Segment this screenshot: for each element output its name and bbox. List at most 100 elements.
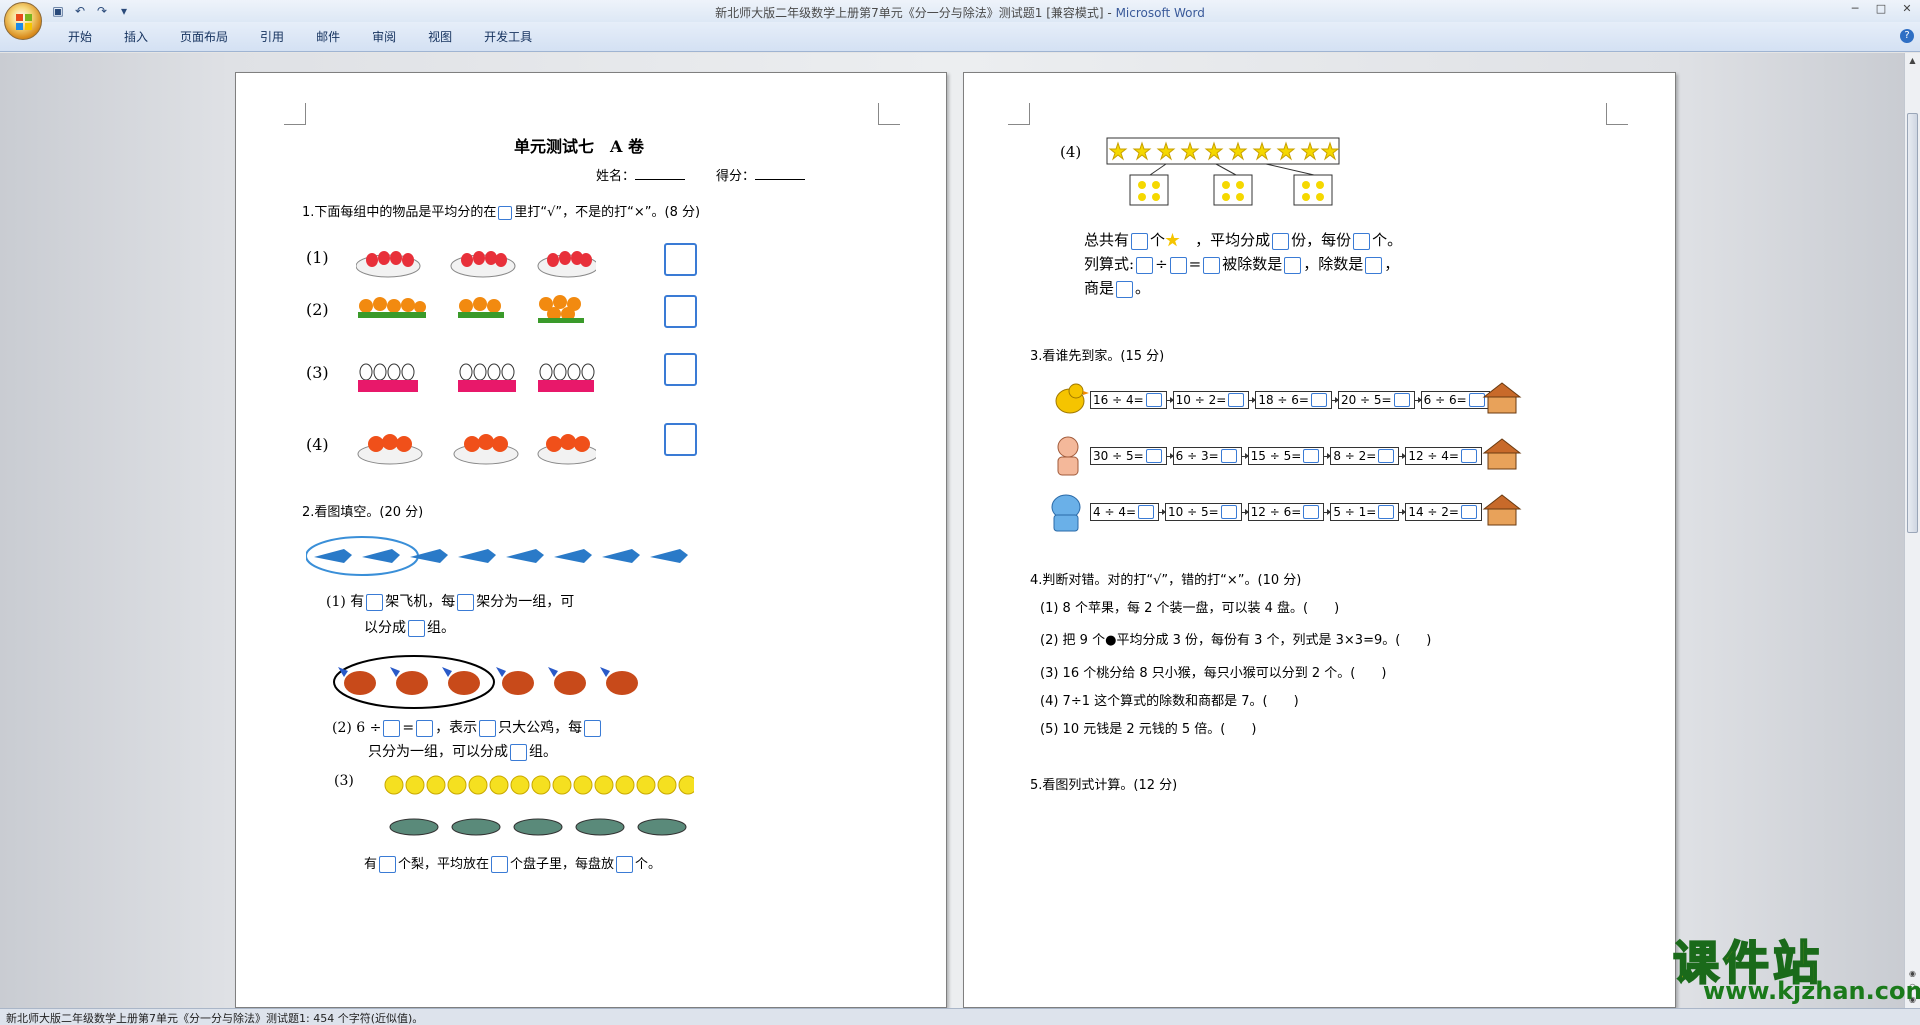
q4-item-5: (5) 10 元钱是 2 元钱的 5 倍。( ) <box>1040 722 1257 737</box>
race-cell: 12 ÷ 4= <box>1405 447 1482 465</box>
maximize-icon[interactable]: □ <box>1874 2 1888 16</box>
answer-box[interactable] <box>1145 393 1162 407</box>
answer-box[interactable] <box>1138 505 1155 519</box>
scrollbar-thumb[interactable] <box>1907 113 1918 533</box>
roosters-illustration <box>333 655 638 709</box>
race-cell: 20 ÷ 5= <box>1337 391 1415 409</box>
race-cell: 5 ÷ 1= <box>1330 503 1400 521</box>
answer-box[interactable] <box>1136 256 1154 274</box>
q2-2-line1: (2) 6 ÷ = ，表示 只大公鸡，每 <box>332 717 603 737</box>
tab-developer[interactable]: 开发工具 <box>468 29 548 45</box>
window-controls: ─ □ ✕ <box>1848 2 1914 16</box>
tab-view[interactable]: 视图 <box>412 29 468 45</box>
answer-box[interactable] <box>1461 505 1477 519</box>
window-title: 新北师大版二年级数学上册第7单元《分一分与除法》测试题1 [兼容模式] - Mi… <box>0 4 1920 21</box>
race-cell: 14 ÷ 2= <box>1405 503 1482 521</box>
stars-illustration <box>1106 137 1340 206</box>
score-field[interactable]: 得分： <box>716 165 806 184</box>
answer-box[interactable] <box>1284 256 1302 274</box>
answer-box[interactable] <box>498 205 513 220</box>
help-icon[interactable]: ? <box>1900 29 1914 43</box>
document-page-1: 单元测试七 A 卷 姓名： 得分： 1.下面每组中的物品是平均分的在 里打“√”，… <box>235 72 947 1008</box>
office-button[interactable] <box>4 2 42 40</box>
house-icon <box>1482 438 1522 470</box>
flower-icon <box>358 295 584 323</box>
close-icon[interactable]: ✕ <box>1900 2 1914 16</box>
answer-box[interactable] <box>1393 393 1410 407</box>
answer-box[interactable] <box>1378 449 1395 463</box>
q1-answer-box-1[interactable] <box>664 243 697 276</box>
black-dot-icon: ● <box>1105 633 1117 648</box>
answer-box[interactable] <box>1220 505 1237 519</box>
answer-box[interactable] <box>366 593 384 611</box>
tab-mailings[interactable]: 邮件 <box>300 29 356 45</box>
question-3: 3.看谁先到家。(15 分) <box>1030 349 1165 364</box>
word-count-status: 新北师大版二年级数学上册第7单元《分一分与除法》测试题1: 454 个字符(近似… <box>6 1012 424 1025</box>
tab-page-layout[interactable]: 页面布局 <box>164 29 244 45</box>
answer-box[interactable] <box>491 856 509 873</box>
answer-box[interactable] <box>457 593 475 611</box>
q2-2-line2: 只分为一组，可以分成 组。 <box>368 743 557 761</box>
vertical-scrollbar[interactable]: ▲ ◉ ○ ◉ <box>1904 53 1920 1008</box>
test-title: 单元测试七 A 卷 <box>514 137 644 156</box>
answer-box[interactable] <box>1365 256 1383 274</box>
answer-box[interactable] <box>1303 505 1320 519</box>
answer-box[interactable] <box>1203 256 1221 274</box>
q4-item-2: (2) 把 9 个●平均分成 3 份，每份有 3 个，列式是 3×3=9。( ) <box>1040 633 1432 648</box>
watermark-logo: 课件站 www.kjzhan.com <box>1667 927 1920 1007</box>
answer-box[interactable] <box>1169 256 1187 274</box>
answer-box[interactable] <box>479 719 497 737</box>
status-bar: 新北师大版二年级数学上册第7单元《分一分与除法》测试题1: 454 个字符(近似… <box>0 1008 1920 1025</box>
crop-mark <box>284 103 306 125</box>
answer-box[interactable] <box>584 719 602 737</box>
tab-home[interactable]: 开始 <box>52 29 108 45</box>
race-cell: 10 ÷ 5= <box>1165 503 1242 521</box>
answer-box[interactable] <box>1220 449 1237 463</box>
answer-box[interactable] <box>510 743 527 761</box>
answer-box[interactable] <box>1228 393 1245 407</box>
q4-item-1: (1) 8 个苹果，每 2 个装一盘，可以装 4 盘。( ) <box>1040 601 1340 616</box>
q1-answer-box-3[interactable] <box>664 353 697 386</box>
answer-box[interactable] <box>379 856 397 873</box>
name-field[interactable]: 姓名： <box>596 165 686 184</box>
tab-review[interactable]: 审阅 <box>356 29 412 45</box>
q1-label-3: (3) <box>306 363 329 382</box>
document-page-2: (4) 总共有 个★ ，平均分成 份，每份 个。 列算式: ÷ = 被除数是 ，除数是， 商是… <box>963 72 1676 1008</box>
question-2: 2.看图填空。(20 分) <box>302 505 424 520</box>
document-title: 新北师大版二年级数学上册第7单元《分一分与除法》测试题1 [兼容模式] - <box>715 6 1116 20</box>
minimize-icon[interactable]: ─ <box>1848 2 1862 16</box>
answer-box[interactable] <box>1461 449 1477 463</box>
answer-box[interactable] <box>1303 449 1320 463</box>
tab-insert[interactable]: 插入 <box>108 29 164 45</box>
q2-4-label: (4) <box>1060 143 1082 161</box>
answer-box[interactable] <box>1272 232 1290 250</box>
tab-references[interactable]: 引用 <box>244 29 300 45</box>
crop-mark <box>1606 103 1628 125</box>
race-cell: 6 ÷ 6= <box>1420 391 1490 409</box>
race-row-3: 4 ÷ 4= 10 ÷ 5= 12 ÷ 6= 5 ÷ 1= 14 ÷ 2= <box>1090 503 1482 521</box>
answer-box[interactable] <box>1310 393 1327 407</box>
q4-item-3: (3) 16 个桃分给 8 只小猴，每只小猴可以分到 2 个。( ) <box>1040 666 1387 681</box>
q2-1-line1: (1) 有架飞机，每 架分为一组，可 <box>326 593 575 611</box>
answer-box[interactable] <box>408 619 425 637</box>
q1-label-4: (4) <box>306 435 329 454</box>
watermark-url: www.kjzhan.com <box>1703 977 1920 1005</box>
app-name: Microsoft Word <box>1115 6 1205 20</box>
race-cell: 16 ÷ 4= <box>1090 391 1167 409</box>
answer-box[interactable] <box>1378 505 1395 519</box>
answer-box[interactable] <box>416 719 434 737</box>
q1-answer-box-2[interactable] <box>664 295 697 328</box>
q1-answer-box-4[interactable] <box>664 423 697 456</box>
scroll-up-icon[interactable]: ▲ <box>1907 55 1918 66</box>
answer-box[interactable] <box>1131 232 1149 250</box>
answer-box[interactable] <box>1116 280 1134 298</box>
race-cell: 8 ÷ 2= <box>1330 447 1400 465</box>
answer-box[interactable] <box>1145 449 1162 463</box>
answer-box[interactable] <box>383 719 401 737</box>
answer-box[interactable] <box>616 856 634 873</box>
race-cell: 18 ÷ 6= <box>1255 391 1332 409</box>
race-cell: 4 ÷ 4= <box>1090 503 1160 521</box>
race-cell: 12 ÷ 6= <box>1247 503 1325 521</box>
answer-box[interactable] <box>1353 232 1371 250</box>
question-5: 5.看图列式计算。(12 分) <box>1030 778 1178 793</box>
